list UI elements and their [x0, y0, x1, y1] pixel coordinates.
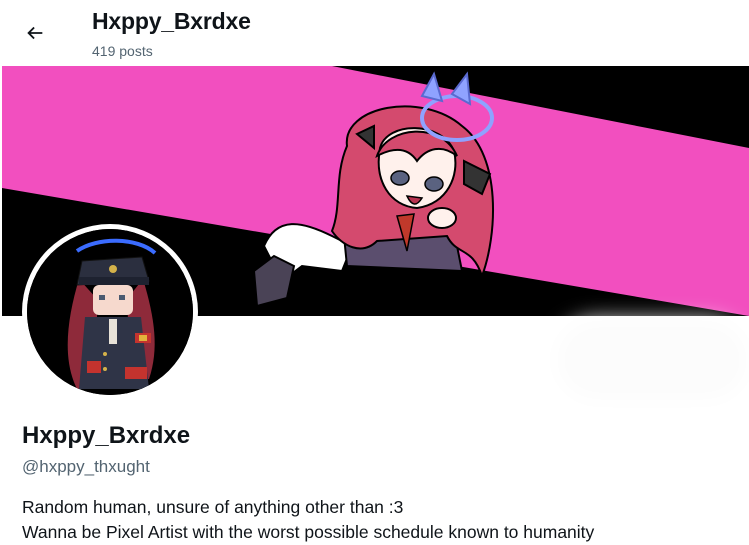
bio-line-2: Wanna be Pixel Artist with the worst pos… — [22, 522, 595, 542]
arrow-left-icon — [27, 26, 43, 40]
post-count: 419 posts — [92, 43, 153, 59]
profile-header: Hxppy_Bxrdxe 419 posts — [0, 0, 749, 66]
header-title: Hxppy_Bxrdxe — [92, 8, 251, 34]
back-button[interactable] — [16, 14, 54, 52]
profile-action-button[interactable] — [566, 330, 738, 390]
avatar[interactable] — [22, 224, 198, 400]
handle: @hxppy_thxught — [22, 457, 150, 476]
bio: Random human, unsure of anything other t… — [22, 495, 594, 545]
bio-line-1: Random human, unsure of anything other t… — [22, 497, 404, 517]
display-name: Hxppy_Bxrdxe — [22, 422, 191, 449]
avatar-artwork — [27, 229, 193, 395]
